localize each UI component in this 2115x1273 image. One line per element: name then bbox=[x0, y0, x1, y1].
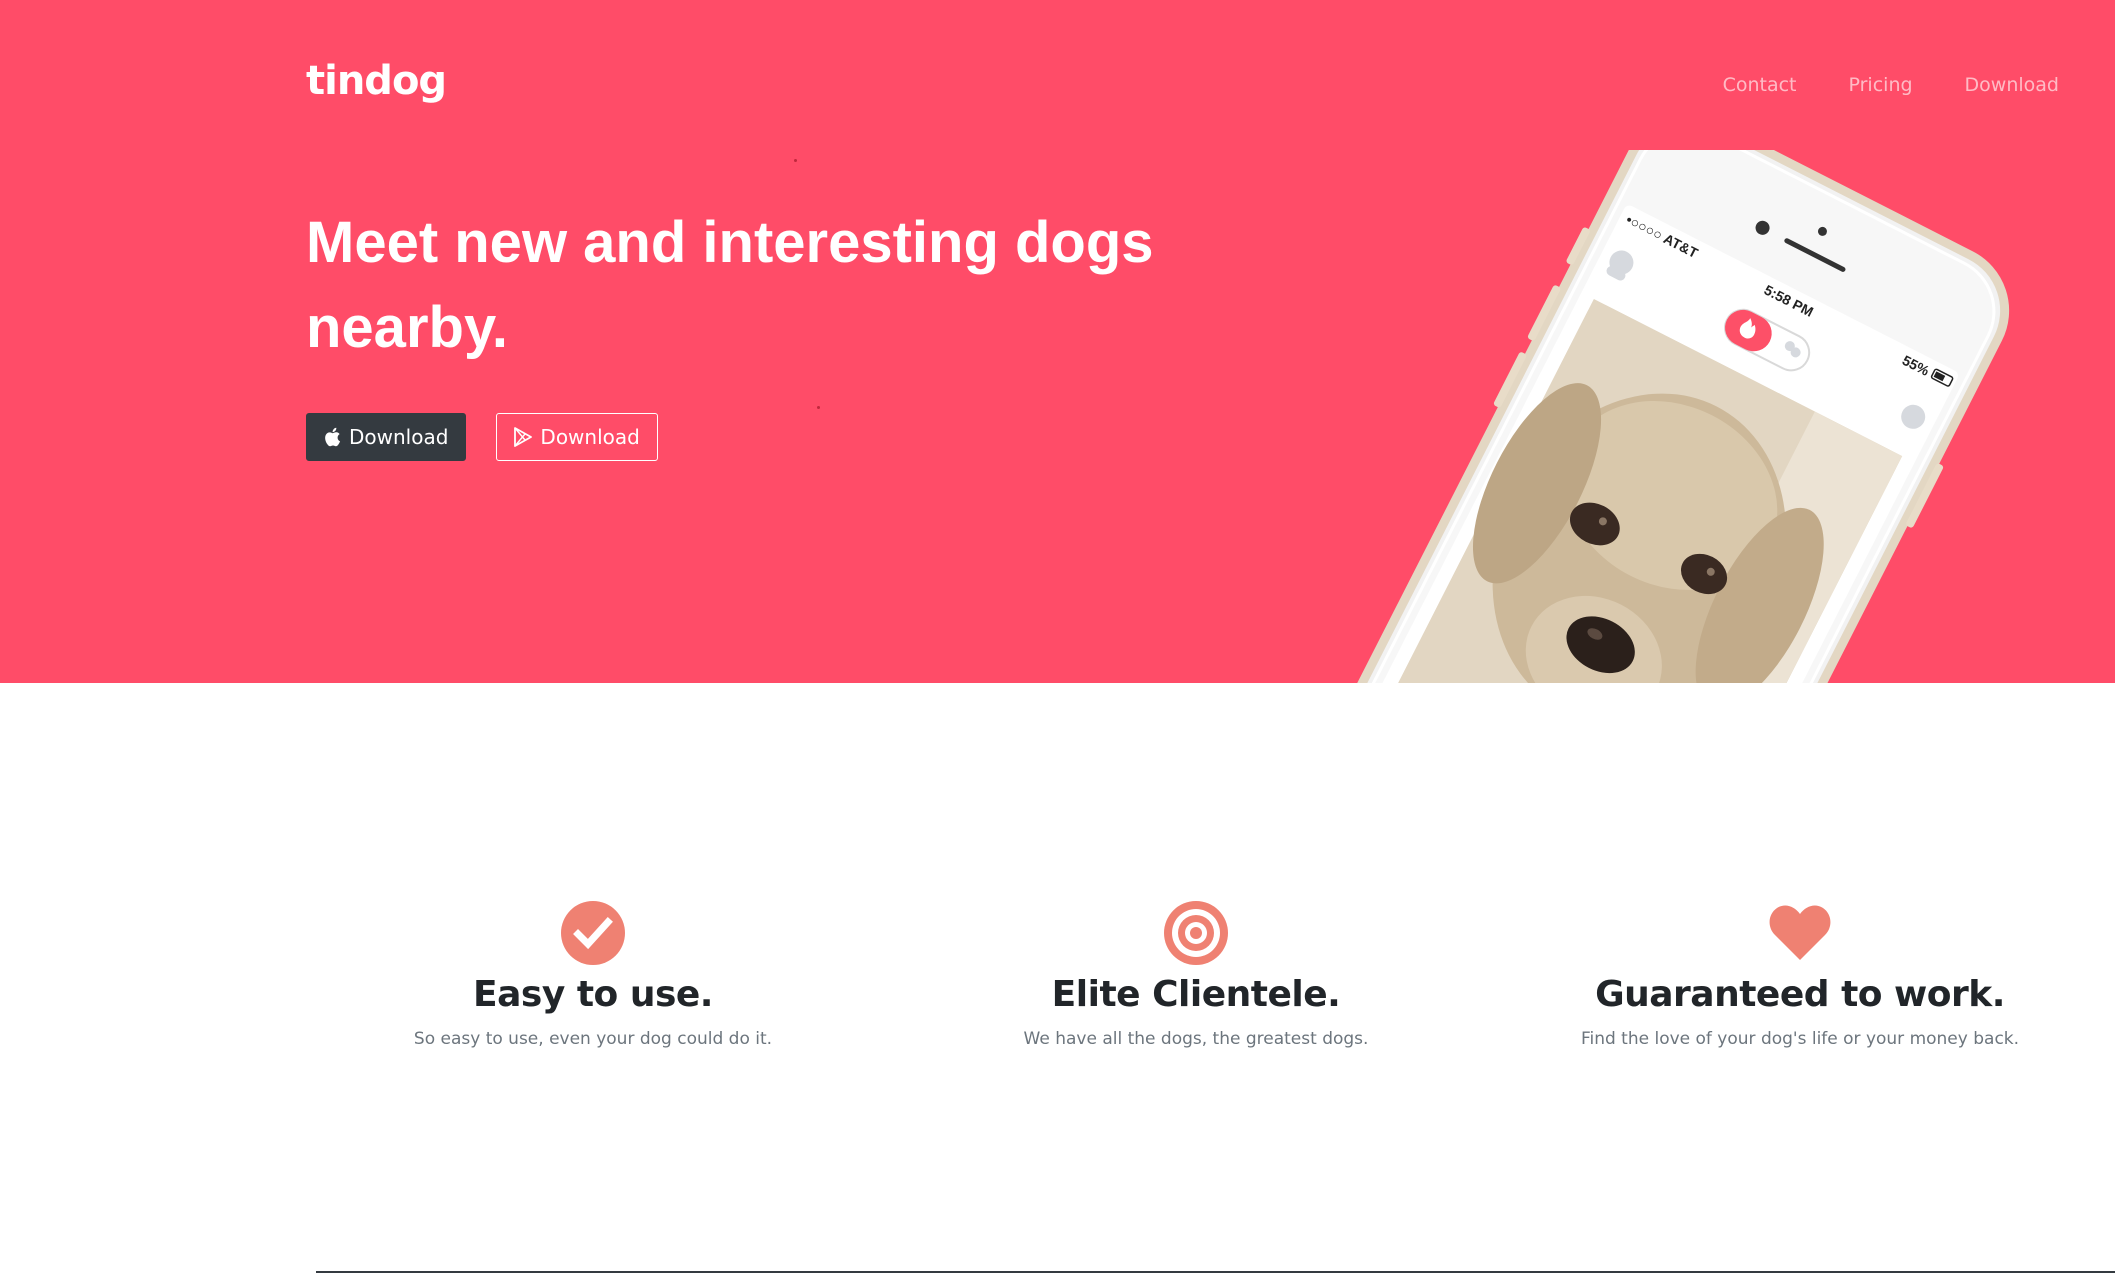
features-section: Easy to use. So easy to use, even your d… bbox=[0, 683, 2115, 1273]
decorative-dot bbox=[817, 406, 820, 409]
feature-text: Find the love of your dog's life or your… bbox=[1580, 1029, 2020, 1049]
download-buttons: Download Download bbox=[306, 413, 658, 461]
bullseye-icon bbox=[1163, 900, 1229, 966]
top-nav: Contact Pricing Download bbox=[1723, 74, 2059, 96]
google-play-icon bbox=[514, 427, 533, 447]
iphone-illustration: •○○○○ AT&T 5:58 PM 55% bbox=[1278, 114, 2010, 683]
apple-download-label: Download bbox=[349, 425, 449, 449]
google-play-download-label: Download bbox=[540, 425, 640, 449]
nav-link-pricing[interactable]: Pricing bbox=[1849, 74, 1913, 96]
google-play-download-button[interactable]: Download bbox=[496, 413, 658, 461]
heart-icon bbox=[1767, 900, 1833, 966]
nav-link-contact[interactable]: Contact bbox=[1723, 74, 1797, 96]
apple-icon bbox=[324, 427, 341, 447]
nav-link-download[interactable]: Download bbox=[1965, 74, 2059, 96]
feature-text: So easy to use, even your dog could do i… bbox=[413, 1029, 773, 1049]
feature-title: Elite Clientele. bbox=[1051, 974, 1341, 1015]
feature-text: We have all the dogs, the greatest dogs. bbox=[1023, 1029, 1369, 1049]
feature-title: Easy to use. bbox=[473, 974, 713, 1015]
hero-headline: Meet new and interesting dogs nearby. bbox=[306, 210, 1154, 360]
phone-mockup: •○○○○ AT&T 5:58 PM 55% bbox=[1278, 114, 2030, 683]
brand-logo[interactable]: tindog bbox=[306, 58, 447, 104]
hero-section: tindog Contact Pricing Download Meet new… bbox=[0, 0, 2115, 683]
feature-guaranteed: Guaranteed to work. Find the love of you… bbox=[1500, 900, 2100, 1049]
decorative-dot bbox=[794, 159, 797, 162]
check-circle-icon bbox=[560, 900, 626, 966]
feature-easy-to-use: Easy to use. So easy to use, even your d… bbox=[293, 900, 893, 1049]
apple-download-button[interactable]: Download bbox=[306, 413, 467, 461]
feature-title: Guaranteed to work. bbox=[1595, 974, 2005, 1015]
feature-elite-clientele: Elite Clientele. We have all the dogs, t… bbox=[896, 900, 1496, 1049]
